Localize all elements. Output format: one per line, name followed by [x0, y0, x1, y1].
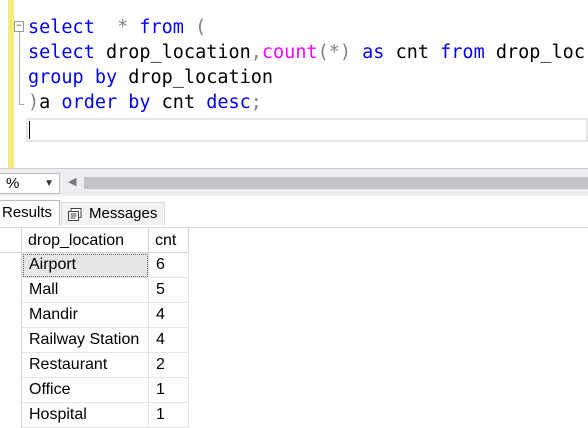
cell-drop-location[interactable]: Airport: [22, 253, 149, 278]
results-tabbar: Results Messages: [0, 197, 588, 228]
code-token: as: [362, 42, 385, 63]
row-header[interactable]: [0, 378, 22, 403]
query-editor[interactable]: − select * from (select drop_location,co…: [0, 0, 588, 168]
code-token: (*): [317, 42, 352, 63]
cell-drop-location[interactable]: Mandir: [22, 303, 149, 328]
cell-cnt[interactable]: 1: [149, 378, 189, 403]
code-token: count: [261, 42, 318, 63]
cell-cnt[interactable]: 6: [149, 253, 189, 278]
code-token: select: [28, 17, 95, 38]
cell-cnt[interactable]: 4: [149, 328, 189, 353]
code-line[interactable]: group by drop_location: [28, 65, 273, 90]
editor-gutter: [0, 0, 8, 168]
code-token: ): [28, 92, 40, 113]
tab-results[interactable]: Results: [0, 200, 60, 225]
column-header[interactable]: cnt: [149, 228, 189, 253]
fold-guide-end: [19, 104, 24, 105]
caret-left-icon[interactable]: ◀: [68, 175, 76, 188]
tab-messages-label: Messages: [89, 205, 158, 222]
code-token: group by: [28, 67, 118, 88]
cell-drop-location[interactable]: Railway Station: [22, 328, 149, 353]
code-token: *: [117, 17, 129, 38]
row-header[interactable]: [0, 278, 22, 303]
code-token: drop_location: [94, 42, 251, 63]
code-token: from: [139, 17, 184, 38]
code-token: ,: [250, 42, 262, 63]
code-token: desc: [206, 92, 251, 113]
cell-drop-location[interactable]: Office: [22, 378, 149, 403]
text-cursor: [29, 121, 30, 139]
code-token: order by: [61, 92, 151, 113]
messages-icon: [68, 208, 82, 221]
zoom-value: %: [6, 175, 20, 192]
code-token: a: [39, 92, 62, 113]
cell-drop-location[interactable]: Restaurant: [22, 353, 149, 378]
cell-cnt[interactable]: 2: [149, 353, 189, 378]
collapse-region-icon[interactable]: −: [14, 21, 24, 32]
code-token: drop_loc: [484, 42, 585, 63]
row-header[interactable]: [0, 253, 22, 278]
grid-corner[interactable]: [0, 228, 22, 253]
tab-results-label: Results: [2, 204, 53, 221]
code-token: cnt: [150, 92, 207, 113]
code-token: (: [195, 17, 207, 38]
code-line[interactable]: )a order by cnt desc;: [28, 90, 262, 115]
code-token: from: [440, 42, 485, 63]
cell-cnt[interactable]: 4: [149, 303, 189, 328]
cell-drop-location[interactable]: Hospital: [22, 403, 149, 428]
code-line[interactable]: select * from (: [28, 15, 206, 40]
code-line[interactable]: select drop_location,count(*) as cnt fro…: [28, 40, 585, 65]
code-token: select: [28, 42, 95, 63]
cell-drop-location[interactable]: Mall: [22, 278, 149, 303]
horizontal-scrollbar[interactable]: [84, 177, 588, 189]
row-header[interactable]: [0, 353, 22, 378]
column-header[interactable]: drop_location: [22, 228, 149, 253]
row-header[interactable]: [0, 328, 22, 353]
tab-messages[interactable]: Messages: [61, 202, 165, 225]
results-grid[interactable]: drop_location cnt Airport 6 Mall 5 Mandir 4 Rail…: [0, 228, 588, 428]
fold-guide-line: [19, 32, 20, 104]
cell-cnt[interactable]: 5: [149, 278, 189, 303]
cell-cnt[interactable]: 1: [149, 403, 189, 428]
zoom-dropdown[interactable]: % ▼: [0, 173, 60, 194]
code-token: drop_location: [117, 67, 274, 88]
row-header[interactable]: [0, 303, 22, 328]
caret-down-icon[interactable]: ▼: [44, 178, 54, 189]
editor-status-strip: % ▼ ◀: [0, 168, 588, 196]
current-line-highlight: [26, 118, 588, 142]
code-token: cnt: [384, 42, 441, 63]
row-header[interactable]: [0, 403, 22, 428]
code-token: ;: [250, 92, 262, 113]
